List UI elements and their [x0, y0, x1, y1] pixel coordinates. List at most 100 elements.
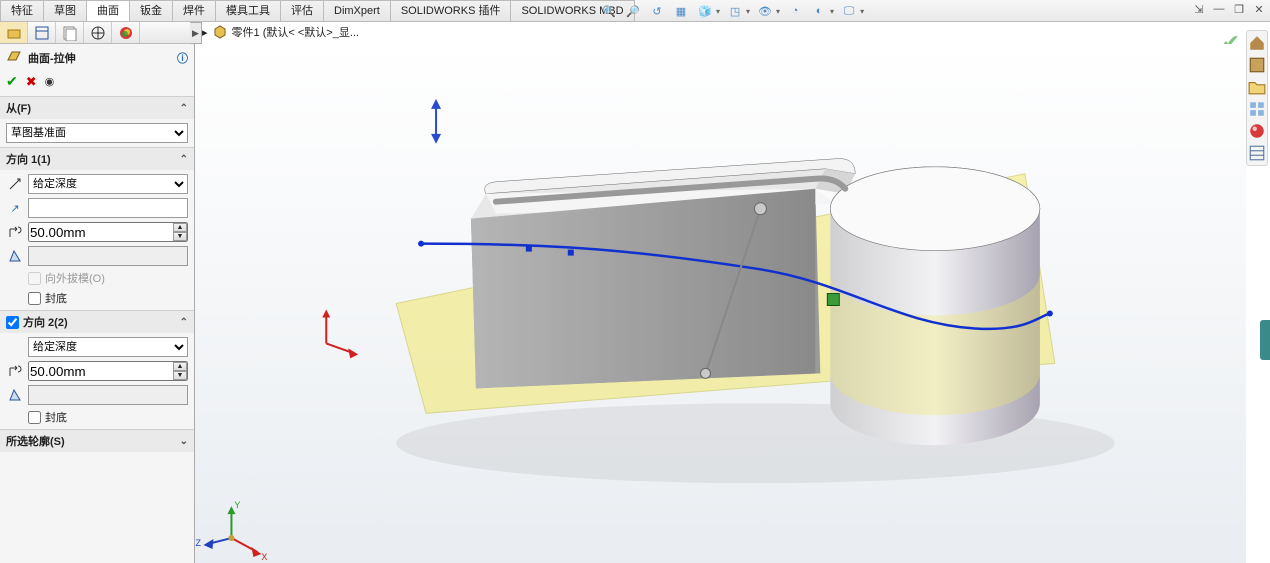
dir1-end-condition[interactable]: 给定深度	[28, 174, 188, 194]
pm-confirm-row: ✔ ✖ ◉	[0, 71, 194, 96]
from-start-condition[interactable]: 草图基准面	[6, 123, 188, 143]
svg-text:X: X	[261, 552, 267, 562]
surface-extrude-icon	[6, 48, 22, 67]
reverse-direction-icon[interactable]	[6, 175, 24, 193]
direction-arrow	[431, 99, 441, 144]
minimize-doc-icon[interactable]: —	[1212, 2, 1226, 16]
cancel-button[interactable]: ✖	[26, 74, 37, 90]
property-manager-tab[interactable]	[28, 22, 56, 43]
tab-sketch[interactable]: 草图	[43, 0, 87, 21]
dir2-enable-checkbox[interactable]	[6, 316, 19, 329]
draft-icon[interactable]	[6, 386, 24, 404]
chevron-down-icon[interactable]: ▾	[716, 7, 720, 16]
section-contours-header[interactable]: 所选轮廓(S) ⌄	[0, 430, 194, 452]
chevron-down-icon[interactable]: ▾	[746, 7, 750, 16]
section-view-icon[interactable]: ▦	[672, 2, 690, 20]
tab-dimxpert[interactable]: DimXpert	[323, 0, 391, 21]
collapse-icon[interactable]: ⌃	[180, 317, 188, 328]
view-orientation-icon[interactable]: 🧊	[696, 2, 714, 20]
close-doc-icon[interactable]: ✕	[1252, 2, 1266, 16]
tab-sheetmetal[interactable]: 钣金	[129, 0, 173, 21]
link-views-icon[interactable]: ⇲	[1192, 2, 1206, 16]
window-controls: ⇲ — ❐ ✕	[1192, 2, 1266, 16]
dir1-direction-selection[interactable]	[28, 198, 188, 218]
direction-vector-icon[interactable]: ↗	[6, 199, 24, 217]
manager-tabs	[0, 22, 194, 44]
dir2-draft-angle	[28, 385, 188, 405]
dir1-draft-angle	[28, 246, 188, 266]
draft-icon[interactable]	[6, 247, 24, 265]
depth-icon	[6, 223, 24, 241]
zoom-area-icon[interactable]: 🔎	[624, 2, 642, 20]
ok-button[interactable]: ✔	[6, 73, 18, 90]
apply-scene-icon[interactable]: ◐	[810, 2, 828, 20]
section-selected-contours: 所选轮廓(S) ⌄	[0, 429, 194, 452]
previous-view-icon[interactable]: ↺	[648, 2, 666, 20]
dir2-depth-input[interactable]	[28, 361, 188, 381]
edit-appearance-icon[interactable]: ◔	[786, 2, 804, 20]
section-dir1-header[interactable]: 方向 1(1) ⌃	[0, 148, 194, 170]
part-name[interactable]: 零件1 (默认< <默认>_显...	[232, 24, 359, 40]
dir2-end-condition[interactable]: 给定深度	[28, 337, 188, 357]
task-pane-tabs	[1246, 30, 1268, 166]
section-direction-1: 方向 1(1) ⌃ 给定深度 ↗ ▲▼	[0, 147, 194, 310]
dir2-cap-end[interactable]: 封底	[6, 409, 188, 425]
section-from-header[interactable]: 从(F) ⌃	[0, 97, 194, 119]
feature-manager-tab[interactable]	[0, 22, 28, 43]
pm-title: 曲面-拉伸	[28, 50, 76, 66]
tab-evaluate[interactable]: 评估	[280, 0, 324, 21]
dir2-cap-checkbox[interactable]	[28, 411, 41, 424]
custom-properties-icon[interactable]	[1248, 144, 1266, 162]
section-from: 从(F) ⌃ 草图基准面	[0, 96, 194, 147]
tab-features[interactable]: 特征	[0, 0, 44, 21]
collapse-icon[interactable]: ⌃	[180, 154, 188, 165]
section-dir2-header[interactable]: 方向 2(2) ⌃	[0, 311, 194, 333]
section-direction-2: 方向 2(2) ⌃ 给定深度 ▲▼ 封底	[0, 310, 194, 429]
dir1-depth-input[interactable]	[28, 222, 188, 242]
dir1-draft-outward-checkbox	[28, 272, 41, 285]
collapse-icon[interactable]: ⌃	[180, 103, 188, 114]
view-settings-icon[interactable]: 🖵	[840, 2, 858, 20]
appearances-icon[interactable]	[1248, 122, 1266, 140]
home-icon[interactable]	[1248, 34, 1266, 52]
tab-addins[interactable]: SOLIDWORKS 插件	[390, 0, 512, 21]
feature-tree-flyout[interactable]: ▸ 零件1 (默认< <默认>_显...	[202, 24, 359, 40]
tab-surfaces[interactable]: 曲面	[86, 0, 130, 21]
design-library-icon[interactable]	[1248, 56, 1266, 74]
restore-doc-icon[interactable]: ❐	[1232, 2, 1246, 16]
hide-show-icon[interactable]: 👁	[756, 2, 774, 20]
part-icon	[212, 24, 228, 40]
depth-icon	[6, 362, 24, 380]
chevron-down-icon[interactable]: ▾	[860, 7, 864, 16]
tab-weldments[interactable]: 焊件	[172, 0, 216, 21]
view-palette-icon[interactable]	[1248, 100, 1266, 118]
svg-text:Z: Z	[196, 538, 202, 548]
dir1-depth-spinner[interactable]: ▲▼	[173, 223, 187, 241]
tab-moldtools[interactable]: 模具工具	[215, 0, 281, 21]
panel-flyout-handle[interactable]: ▶	[190, 22, 202, 44]
pm-title-row: 曲面-拉伸 ⓘ	[0, 44, 194, 71]
expand-tree-icon[interactable]: ▸	[202, 26, 208, 39]
graphics-viewport[interactable]: Y X Z	[195, 44, 1246, 563]
configuration-manager-tab[interactable]	[56, 22, 84, 43]
dir1-cap-checkbox[interactable]	[28, 292, 41, 305]
display-style-icon[interactable]: ◳	[726, 2, 744, 20]
zoom-fit-icon[interactable]: 🔍	[600, 2, 618, 20]
detailed-preview-icon[interactable]: ◉	[45, 75, 55, 88]
sketch-origin-icon	[322, 309, 358, 358]
dir1-cap-end[interactable]: 封底	[6, 290, 188, 306]
expand-icon[interactable]: ⌄	[180, 436, 188, 447]
property-manager-panel: 曲面-拉伸 ⓘ ✔ ✖ ◉ 从(F) ⌃ 草图基准面 方向 1(1) ⌃ 给定深…	[0, 22, 195, 563]
view-triad: Y X Z	[196, 500, 268, 562]
chevron-down-icon[interactable]: ▾	[830, 7, 834, 16]
svg-text:Y: Y	[234, 500, 240, 510]
right-slide-tab[interactable]	[1260, 320, 1270, 360]
help-icon[interactable]: ⓘ	[177, 50, 188, 66]
display-manager-tab[interactable]	[112, 22, 140, 43]
file-explorer-icon[interactable]	[1248, 78, 1266, 96]
dir1-draft-outward[interactable]: 向外拔模(O)	[6, 270, 188, 286]
dimxpert-manager-tab[interactable]	[84, 22, 112, 43]
dir2-depth-spinner[interactable]: ▲▼	[173, 362, 187, 380]
chevron-down-icon[interactable]: ▾	[776, 7, 780, 16]
heads-up-view-toolbar: 🔍 🔎 ↺ ▦ 🧊▾ ◳▾ 👁▾ ◔ ◐▾ 🖵▾	[600, 2, 864, 20]
